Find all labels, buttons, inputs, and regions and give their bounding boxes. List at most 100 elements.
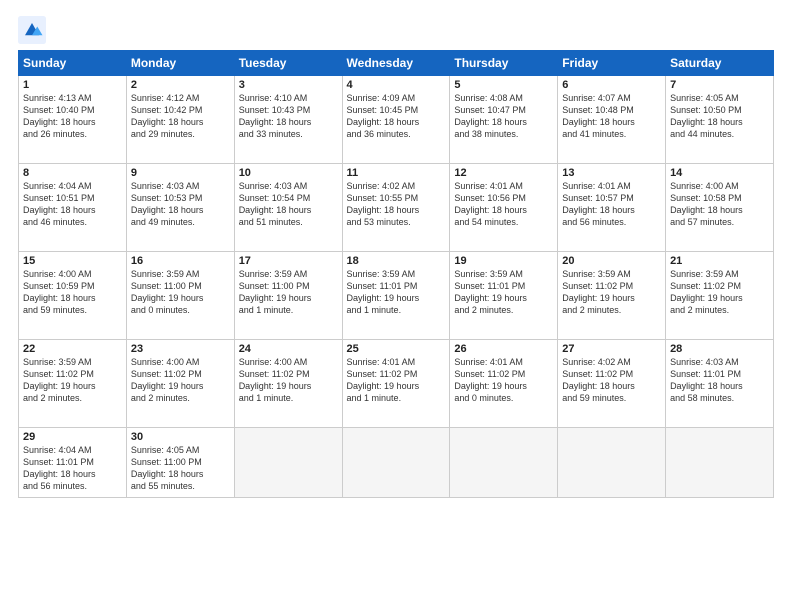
logo	[18, 16, 49, 44]
day-info: Sunrise: 4:01 AM Sunset: 10:57 PM Daylig…	[562, 180, 661, 229]
day-info: Sunrise: 4:03 AM Sunset: 10:53 PM Daylig…	[131, 180, 230, 229]
calendar-cell: 13Sunrise: 4:01 AM Sunset: 10:57 PM Dayl…	[558, 164, 666, 252]
day-number: 9	[131, 167, 230, 179]
day-number: 16	[131, 255, 230, 267]
day-info: Sunrise: 4:04 AM Sunset: 11:01 PM Daylig…	[23, 444, 122, 493]
calendar-cell: 10Sunrise: 4:03 AM Sunset: 10:54 PM Dayl…	[234, 164, 342, 252]
day-info: Sunrise: 4:07 AM Sunset: 10:48 PM Daylig…	[562, 92, 661, 141]
day-number: 29	[23, 431, 122, 443]
weekday-header-saturday: Saturday	[666, 51, 774, 76]
day-info: Sunrise: 4:00 AM Sunset: 11:02 PM Daylig…	[239, 356, 338, 405]
calendar-cell: 11Sunrise: 4:02 AM Sunset: 10:55 PM Dayl…	[342, 164, 450, 252]
day-info: Sunrise: 4:02 AM Sunset: 10:55 PM Daylig…	[347, 180, 446, 229]
day-info: Sunrise: 3:59 AM Sunset: 11:01 PM Daylig…	[347, 268, 446, 317]
day-number: 23	[131, 343, 230, 355]
day-info: Sunrise: 4:05 AM Sunset: 11:00 PM Daylig…	[131, 444, 230, 493]
day-info: Sunrise: 4:00 AM Sunset: 11:02 PM Daylig…	[131, 356, 230, 405]
day-number: 14	[670, 167, 769, 179]
calendar-cell: 30Sunrise: 4:05 AM Sunset: 11:00 PM Dayl…	[126, 428, 234, 498]
week-row-5: 29Sunrise: 4:04 AM Sunset: 11:01 PM Dayl…	[19, 428, 774, 498]
day-number: 26	[454, 343, 553, 355]
calendar-cell: 29Sunrise: 4:04 AM Sunset: 11:01 PM Dayl…	[19, 428, 127, 498]
day-number: 18	[347, 255, 446, 267]
calendar-cell: 9Sunrise: 4:03 AM Sunset: 10:53 PM Dayli…	[126, 164, 234, 252]
day-number: 10	[239, 167, 338, 179]
calendar-cell: 16Sunrise: 3:59 AM Sunset: 11:00 PM Dayl…	[126, 252, 234, 340]
calendar-cell: 2Sunrise: 4:12 AM Sunset: 10:42 PM Dayli…	[126, 76, 234, 164]
day-number: 13	[562, 167, 661, 179]
calendar-cell	[558, 428, 666, 498]
calendar-cell: 24Sunrise: 4:00 AM Sunset: 11:02 PM Dayl…	[234, 340, 342, 428]
calendar-cell	[450, 428, 558, 498]
day-info: Sunrise: 4:03 AM Sunset: 11:01 PM Daylig…	[670, 356, 769, 405]
day-info: Sunrise: 4:01 AM Sunset: 11:02 PM Daylig…	[454, 356, 553, 405]
day-number: 15	[23, 255, 122, 267]
logo-icon	[18, 16, 46, 44]
calendar-cell: 15Sunrise: 4:00 AM Sunset: 10:59 PM Dayl…	[19, 252, 127, 340]
day-number: 24	[239, 343, 338, 355]
day-number: 4	[347, 79, 446, 91]
weekday-header-monday: Monday	[126, 51, 234, 76]
day-info: Sunrise: 4:01 AM Sunset: 11:02 PM Daylig…	[347, 356, 446, 405]
calendar-cell: 8Sunrise: 4:04 AM Sunset: 10:51 PM Dayli…	[19, 164, 127, 252]
day-info: Sunrise: 3:59 AM Sunset: 11:02 PM Daylig…	[670, 268, 769, 317]
day-info: Sunrise: 4:05 AM Sunset: 10:50 PM Daylig…	[670, 92, 769, 141]
day-number: 3	[239, 79, 338, 91]
weekday-header-tuesday: Tuesday	[234, 51, 342, 76]
day-number: 22	[23, 343, 122, 355]
calendar-cell: 21Sunrise: 3:59 AM Sunset: 11:02 PM Dayl…	[666, 252, 774, 340]
calendar-cell: 7Sunrise: 4:05 AM Sunset: 10:50 PM Dayli…	[666, 76, 774, 164]
day-info: Sunrise: 4:03 AM Sunset: 10:54 PM Daylig…	[239, 180, 338, 229]
day-number: 21	[670, 255, 769, 267]
day-number: 12	[454, 167, 553, 179]
day-info: Sunrise: 3:59 AM Sunset: 11:00 PM Daylig…	[239, 268, 338, 317]
weekday-header-friday: Friday	[558, 51, 666, 76]
calendar-cell: 6Sunrise: 4:07 AM Sunset: 10:48 PM Dayli…	[558, 76, 666, 164]
calendar-cell: 1Sunrise: 4:13 AM Sunset: 10:40 PM Dayli…	[19, 76, 127, 164]
calendar-cell: 27Sunrise: 4:02 AM Sunset: 11:02 PM Dayl…	[558, 340, 666, 428]
day-info: Sunrise: 4:13 AM Sunset: 10:40 PM Daylig…	[23, 92, 122, 141]
day-number: 1	[23, 79, 122, 91]
day-number: 30	[131, 431, 230, 443]
day-number: 2	[131, 79, 230, 91]
calendar-cell: 5Sunrise: 4:08 AM Sunset: 10:47 PM Dayli…	[450, 76, 558, 164]
week-row-3: 15Sunrise: 4:00 AM Sunset: 10:59 PM Dayl…	[19, 252, 774, 340]
day-number: 17	[239, 255, 338, 267]
day-number: 7	[670, 79, 769, 91]
day-info: Sunrise: 3:59 AM Sunset: 11:02 PM Daylig…	[562, 268, 661, 317]
day-number: 28	[670, 343, 769, 355]
day-number: 5	[454, 79, 553, 91]
day-info: Sunrise: 3:59 AM Sunset: 11:00 PM Daylig…	[131, 268, 230, 317]
day-info: Sunrise: 4:00 AM Sunset: 10:59 PM Daylig…	[23, 268, 122, 317]
calendar-cell: 14Sunrise: 4:00 AM Sunset: 10:58 PM Dayl…	[666, 164, 774, 252]
header	[18, 16, 774, 44]
day-info: Sunrise: 3:59 AM Sunset: 11:02 PM Daylig…	[23, 356, 122, 405]
week-row-1: 1Sunrise: 4:13 AM Sunset: 10:40 PM Dayli…	[19, 76, 774, 164]
day-number: 25	[347, 343, 446, 355]
calendar-cell: 22Sunrise: 3:59 AM Sunset: 11:02 PM Dayl…	[19, 340, 127, 428]
calendar-cell: 23Sunrise: 4:00 AM Sunset: 11:02 PM Dayl…	[126, 340, 234, 428]
calendar-cell	[234, 428, 342, 498]
day-info: Sunrise: 4:12 AM Sunset: 10:42 PM Daylig…	[131, 92, 230, 141]
day-number: 19	[454, 255, 553, 267]
calendar-cell: 28Sunrise: 4:03 AM Sunset: 11:01 PM Dayl…	[666, 340, 774, 428]
day-number: 8	[23, 167, 122, 179]
week-row-4: 22Sunrise: 3:59 AM Sunset: 11:02 PM Dayl…	[19, 340, 774, 428]
day-info: Sunrise: 4:02 AM Sunset: 11:02 PM Daylig…	[562, 356, 661, 405]
day-info: Sunrise: 4:04 AM Sunset: 10:51 PM Daylig…	[23, 180, 122, 229]
weekday-header-row: SundayMondayTuesdayWednesdayThursdayFrid…	[19, 51, 774, 76]
calendar-cell: 25Sunrise: 4:01 AM Sunset: 11:02 PM Dayl…	[342, 340, 450, 428]
calendar-cell	[342, 428, 450, 498]
day-number: 11	[347, 167, 446, 179]
calendar-cell: 20Sunrise: 3:59 AM Sunset: 11:02 PM Dayl…	[558, 252, 666, 340]
calendar-cell: 17Sunrise: 3:59 AM Sunset: 11:00 PM Dayl…	[234, 252, 342, 340]
weekday-header-thursday: Thursday	[450, 51, 558, 76]
calendar-cell: 18Sunrise: 3:59 AM Sunset: 11:01 PM Dayl…	[342, 252, 450, 340]
calendar: SundayMondayTuesdayWednesdayThursdayFrid…	[18, 50, 774, 498]
day-number: 20	[562, 255, 661, 267]
calendar-cell: 26Sunrise: 4:01 AM Sunset: 11:02 PM Dayl…	[450, 340, 558, 428]
calendar-cell: 4Sunrise: 4:09 AM Sunset: 10:45 PM Dayli…	[342, 76, 450, 164]
day-info: Sunrise: 4:09 AM Sunset: 10:45 PM Daylig…	[347, 92, 446, 141]
calendar-cell: 19Sunrise: 3:59 AM Sunset: 11:01 PM Dayl…	[450, 252, 558, 340]
day-info: Sunrise: 4:01 AM Sunset: 10:56 PM Daylig…	[454, 180, 553, 229]
